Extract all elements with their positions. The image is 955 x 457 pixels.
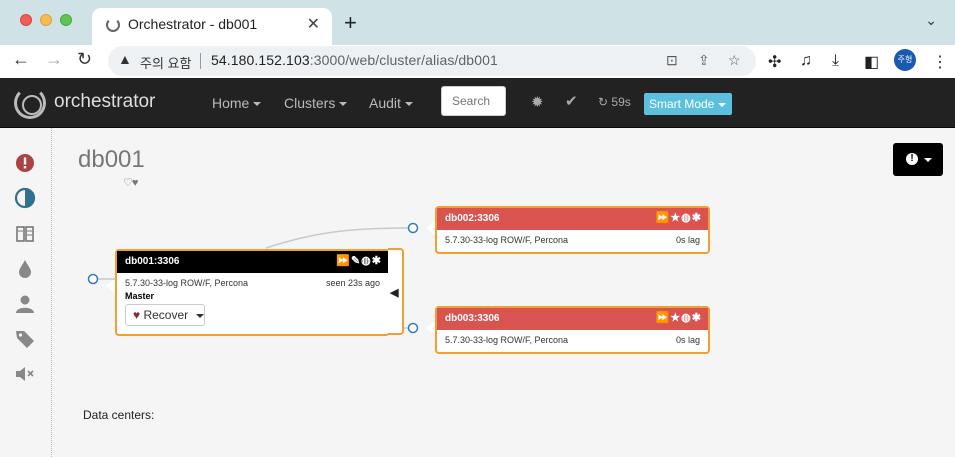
instance-db001[interactable]: db001:3306 ⏩✎◍✱ 5.7.30-33-log ROW/F, Per…: [115, 249, 390, 336]
instance-header[interactable]: db002:3306 ⏩★◍✱: [437, 208, 708, 230]
chevron-left-icon: ◀: [390, 287, 399, 299]
recover-label: Recover: [143, 308, 189, 322]
caret-down-icon: [195, 313, 204, 318]
instance-header[interactable]: db001:3306 ⏩✎◍✱: [117, 251, 388, 273]
data-centers-label: Data centers:: [83, 408, 155, 422]
instance-body: 5.7.30-33-log ROW/F, Percona 0s lag: [437, 330, 708, 350]
instance-name: db002:3306: [445, 213, 500, 224]
heart-icon: ♥: [133, 308, 141, 322]
instance-name: db001:3306: [125, 256, 180, 267]
db002-drop-handle[interactable]: [407, 222, 419, 234]
instance-version: 5.7.30-33-log ROW/F, Percona: [445, 335, 569, 345]
instance-lag: 0s lag: [675, 235, 700, 245]
instance-body: 5.7.30-33-log ROW/F, Percona 0s lag: [437, 230, 708, 250]
instance-db003[interactable]: db003:3306 ⏩★◍✱ 5.7.30-33-log ROW/F, Per…: [435, 306, 710, 354]
instance-db002[interactable]: db002:3306 ⏩★◍✱ 5.7.30-33-log ROW/F, Per…: [435, 206, 710, 254]
db003-drop-handle[interactable]: [407, 322, 419, 334]
instance-body: 5.7.30-33-log ROW/F, Percona seen 23s ag…: [117, 273, 388, 326]
link-db001-db002: [265, 227, 413, 249]
instance-action-icons[interactable]: ⏩✎◍✱: [336, 254, 382, 267]
instance-lag: 0s lag: [675, 335, 700, 345]
instance-header[interactable]: db003:3306 ⏩★◍✱: [437, 308, 708, 330]
instance-role: Master: [125, 291, 155, 301]
instance-name: db003:3306: [445, 313, 500, 324]
instance-action-icons[interactable]: ⏩★◍✱: [656, 211, 702, 224]
collapse-replicas-button[interactable]: ◀: [388, 248, 404, 335]
instance-seen: seen 23s ago: [325, 278, 380, 288]
instance-version: 5.7.30-33-log ROW/F, Percona: [445, 235, 569, 245]
recover-dropdown[interactable]: ♥ Recover: [125, 304, 205, 326]
instance-action-icons[interactable]: ⏩★◍✱: [656, 311, 702, 324]
master-drop-handle[interactable]: [87, 273, 99, 285]
